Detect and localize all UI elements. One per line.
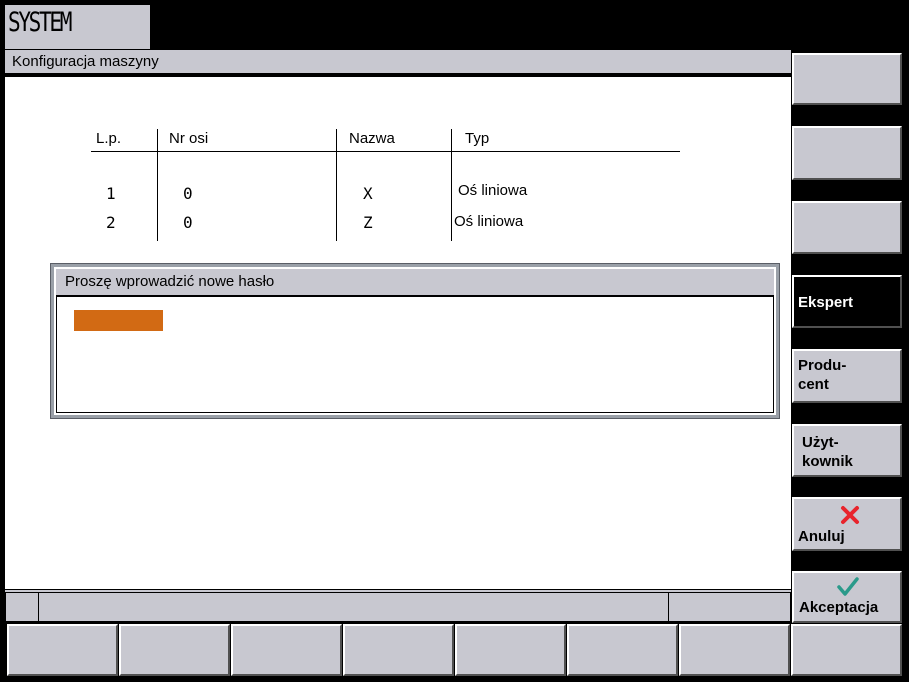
softkey-vertical-2[interactable] [792,126,902,180]
password-dialog-title: Proszę wprowadzić nowe hasło [65,273,275,290]
softkey-ekspert-label: Ekspert [798,294,854,311]
status-field-message [38,592,669,622]
status-bar [5,590,791,622]
softkey-horizontal-1[interactable] [7,624,118,676]
password-dialog-body [56,296,774,413]
softkey-horizontal-5[interactable] [455,624,566,676]
system-area-label: SYSTEM [5,5,150,49]
password-input[interactable] [74,310,163,331]
cancel-x-icon [841,506,859,524]
softkey-uzytkownik-label-2: kownik [802,453,853,470]
row2-nr-osi: 0 [183,213,193,232]
row1-typ: Oś liniowa [458,182,528,199]
softkey-horizontal-6[interactable] [567,624,678,676]
softkey-horizontal-7[interactable] [679,624,790,676]
softkey-uzytkownik-label-1: Użyt- [802,434,839,451]
softkey-akceptacja[interactable]: Akceptacja [792,571,902,623]
softkey-uzytkownik[interactable]: Użyt- kownik [792,424,902,477]
password-dialog: Proszę wprowadzić nowe hasło [50,263,780,419]
password-dialog-title-bar: Proszę wprowadzić nowe hasło [56,269,774,296]
softkey-anuluj[interactable]: Anuluj [792,497,902,551]
row1-lp: 1 [106,184,116,203]
row1-nr-osi: 0 [183,184,193,203]
column-header-nazwa: Nazwa [349,130,395,147]
softkey-vertical-3[interactable] [792,201,902,254]
softkey-ekspert[interactable]: Ekspert [792,275,902,328]
column-divider [451,129,452,241]
column-header-lp: L.p. [96,130,122,147]
column-header-typ: Typ [465,130,490,147]
accept-check-icon [837,577,859,596]
softkey-akceptacja-label: Akceptacja [799,599,879,616]
softkey-anuluj-label: Anuluj [798,528,845,545]
softkey-producent-label-1: Produ- [798,357,847,374]
screen-title-bar: Konfiguracja maszyny [5,50,791,75]
softkey-horizontal-4[interactable] [343,624,454,676]
main-content: L.p. Nr osi Nazwa Typ 1 0 X Oś liniowa 2… [5,77,791,589]
softkey-producent-label-2: cent [798,376,829,393]
system-label: SYSTEM [8,7,72,38]
softkey-vertical-1[interactable] [792,53,902,105]
table-header-divider [91,151,680,152]
softkey-horizontal-2[interactable] [119,624,230,676]
status-field-left [5,592,39,622]
row2-nazwa: Z [363,213,373,232]
status-field-right [668,592,791,622]
screen-title: Konfiguracja maszyny [12,53,159,70]
column-divider [157,129,158,241]
softkey-horizontal-3[interactable] [231,624,342,676]
softkey-producent[interactable]: Produ- cent [792,349,902,403]
softkey-horizontal-8[interactable] [791,624,902,676]
row2-typ: Oś liniowa [454,213,524,230]
column-divider [336,129,337,241]
row1-nazwa: X [363,184,373,203]
row2-lp: 2 [106,213,116,232]
column-header-nr-osi: Nr osi [169,130,209,147]
